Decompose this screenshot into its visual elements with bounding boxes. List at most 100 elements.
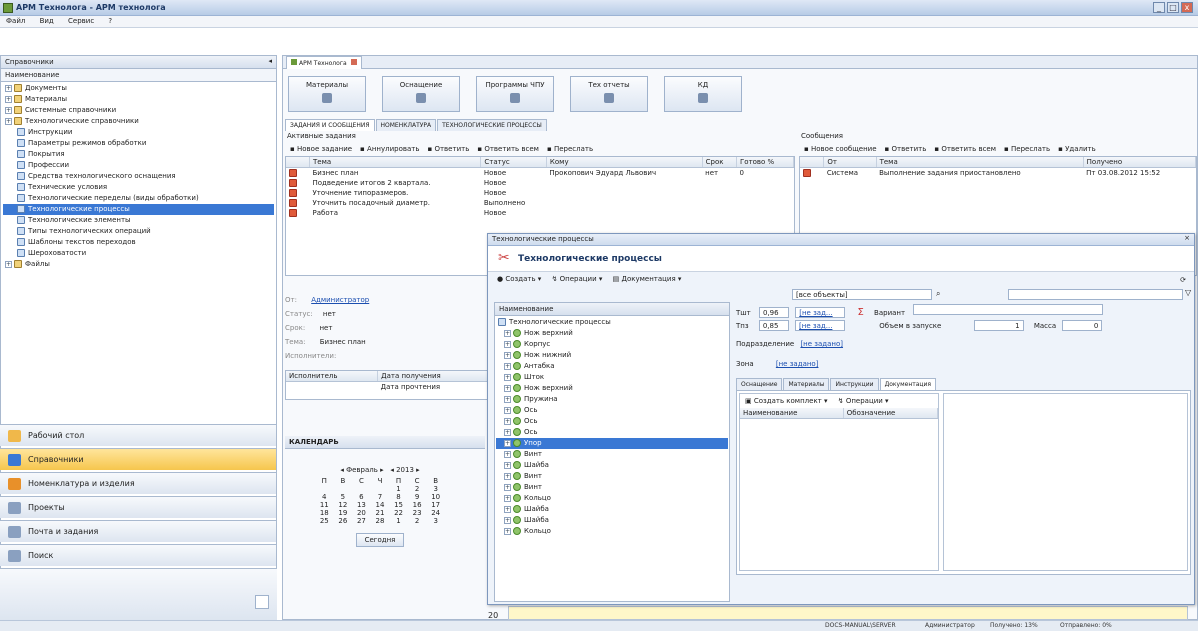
table-row[interactable]: Уточнение типоразмеров. Новое — [286, 188, 794, 198]
nav-button[interactable]: Проекты — [0, 496, 276, 518]
sum-icon[interactable]: Σ — [857, 307, 863, 318]
calendar-day[interactable]: 4 — [315, 493, 334, 501]
calendar-day[interactable]: 5 — [334, 493, 353, 501]
column-header[interactable]: Тема — [876, 157, 1084, 168]
tab-materials[interactable]: Материалы — [783, 378, 830, 390]
filter-select[interactable]: [все объекты] — [792, 289, 932, 300]
expand-icon[interactable]: + — [504, 483, 511, 491]
tree-item[interactable]: Средства технологического оснащения — [3, 171, 274, 182]
filter-icon[interactable]: ▽ — [1185, 288, 1191, 297]
prev-year-icon[interactable]: ◂ — [390, 466, 394, 474]
expand-icon[interactable]: + — [504, 472, 511, 480]
expand-icon[interactable]: + — [504, 417, 511, 425]
process-item[interactable]: + Пружина — [496, 394, 728, 405]
division-link[interactable]: [не задано] — [800, 340, 843, 348]
calendar-day[interactable]: 11 — [315, 501, 334, 509]
expand-icon[interactable]: + — [5, 106, 12, 114]
calendar-day[interactable]: 19 — [334, 509, 353, 517]
toolbar-button[interactable]: ▪ Аннулировать — [357, 144, 422, 154]
toolbar-button[interactable]: ▪ Ответить всем — [931, 144, 999, 154]
calendar-day[interactable]: 14 — [371, 501, 390, 509]
close-button[interactable]: x — [1181, 2, 1193, 13]
mass-input[interactable]: 0 — [1062, 320, 1103, 331]
tpz-unit-select[interactable]: [не зад... — [795, 320, 846, 331]
calendar-day[interactable]: 9 — [408, 493, 427, 501]
process-item[interactable]: + Шайба — [496, 460, 728, 471]
tree-item[interactable]: + Материалы — [3, 94, 274, 105]
maximize-button[interactable]: □ — [1167, 2, 1179, 13]
process-item[interactable]: + Нож верхний — [496, 328, 728, 339]
table-row[interactable]: Работа Новое — [286, 208, 794, 218]
expand-icon[interactable]: + — [504, 373, 511, 381]
calendar-day[interactable]: 10 — [426, 493, 445, 501]
calendar-day[interactable]: 27 — [352, 517, 371, 525]
tree-item[interactable]: Технические условия — [3, 182, 274, 193]
column-header[interactable] — [800, 157, 825, 168]
process-item[interactable]: + Упор — [496, 438, 728, 449]
expand-icon[interactable]: + — [504, 505, 511, 513]
expand-icon[interactable]: + — [5, 117, 12, 125]
calendar-day[interactable]: 28 — [371, 517, 390, 525]
calendar-day[interactable]: 13 — [352, 501, 371, 509]
big-button[interactable]: КД — [664, 76, 742, 112]
expand-icon[interactable]: + — [504, 494, 511, 502]
nav-button[interactable]: Почта и задания — [0, 520, 276, 542]
toolbar-button[interactable]: ▪ Переслать — [544, 144, 596, 154]
calendar-day[interactable] — [315, 485, 334, 493]
nav-button[interactable]: Номенклатура и изделия — [0, 472, 276, 494]
toolbar-button[interactable]: ▪ Новое задание — [287, 144, 355, 154]
process-item[interactable]: + Нож нижний — [496, 350, 728, 361]
expand-icon[interactable]: + — [504, 329, 511, 337]
calendar-day[interactable]: 1 — [389, 517, 408, 525]
menu-file[interactable]: Файл — [0, 16, 31, 26]
process-item[interactable]: + Винт — [496, 449, 728, 460]
expand-icon[interactable]: + — [504, 384, 511, 392]
calendar-day[interactable]: 21 — [371, 509, 390, 517]
calendar-day[interactable]: 23 — [408, 509, 427, 517]
toolbar-button[interactable]: ▪ Ответить — [882, 144, 930, 154]
big-button[interactable]: Оснащение — [382, 76, 460, 112]
calendar-day[interactable]: 2 — [408, 485, 427, 493]
tab-arm-technologist[interactable]: АРМ Технолога — [286, 56, 362, 69]
column-header[interactable] — [286, 157, 310, 168]
expand-icon[interactable]: + — [504, 340, 511, 348]
tsht-unit-select[interactable]: [не зад... — [795, 307, 846, 318]
filter-search-icon[interactable]: ⌕ — [936, 289, 940, 299]
calendar-day[interactable]: 8 — [389, 493, 408, 501]
create-set-button[interactable]: ▣ Создать комплект ▾ — [742, 396, 831, 406]
calendar-day[interactable]: 12 — [334, 501, 353, 509]
doc-operations-button[interactable]: ↯ Операции ▾ — [835, 396, 892, 406]
process-item[interactable]: + Шайба — [496, 515, 728, 526]
tree-item[interactable]: Шаблоны текстов переходов — [3, 237, 274, 248]
calendar-day[interactable] — [352, 485, 371, 493]
calendar-day[interactable]: 22 — [389, 509, 408, 517]
process-item[interactable]: + Винт — [496, 482, 728, 493]
variant-input[interactable] — [913, 304, 1104, 315]
next-year-icon[interactable]: ▸ — [416, 466, 420, 474]
tree-item[interactable]: + Системные справочники — [3, 105, 274, 116]
table-row[interactable]: Система Выполнение задания приостановлено… — [800, 168, 1196, 179]
process-item[interactable]: + Шайба — [496, 504, 728, 515]
expand-icon[interactable]: + — [504, 461, 511, 469]
create-button[interactable]: ● Создать ▾ — [494, 274, 544, 284]
toolbar-button[interactable]: ▪ Ответить — [424, 144, 472, 154]
column-header[interactable]: От — [823, 157, 877, 168]
tpz-input[interactable]: 0,85 — [758, 320, 789, 331]
search-input[interactable] — [1008, 289, 1183, 300]
tab-close-icon[interactable] — [350, 59, 357, 65]
tree-item[interactable]: Технологические элементы — [3, 215, 274, 226]
process-item[interactable]: + Ось — [496, 427, 728, 438]
refresh-icon[interactable]: ⟳ — [1180, 276, 1186, 284]
big-button[interactable]: Материалы — [288, 76, 366, 112]
tree-item[interactable]: Типы технологических операций — [3, 226, 274, 237]
calendar-day[interactable]: 24 — [426, 509, 445, 517]
process-item[interactable]: + Ось — [496, 416, 728, 427]
process-item[interactable]: + Ось — [496, 405, 728, 416]
nav-button[interactable]: Рабочий стол — [0, 424, 276, 446]
calendar-day[interactable]: 3 — [426, 485, 445, 493]
batch-input[interactable]: 1 — [973, 320, 1024, 331]
expand-icon[interactable]: + — [504, 406, 511, 414]
today-button[interactable]: Сегодня — [355, 533, 405, 547]
tree-item[interactable]: + Документы — [3, 83, 274, 94]
calendar-day[interactable]: 7 — [371, 493, 390, 501]
